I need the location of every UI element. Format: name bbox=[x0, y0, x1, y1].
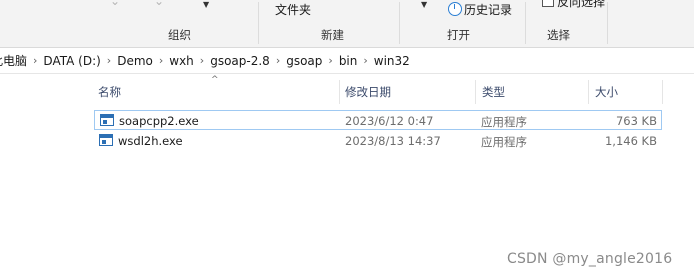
ribbon: ⌄ ⌄ ▼ 组织 文件夹 新建 ▼ 历史记录 打开 反向选择 选择 bbox=[0, 0, 694, 48]
invert-selection-button[interactable]: 反向选择 bbox=[557, 0, 605, 10]
breadcrumb-bin[interactable]: bin bbox=[334, 54, 363, 68]
breadcrumb-gsoap-2-8[interactable]: gsoap-2.8 bbox=[205, 54, 275, 68]
column-header-modified[interactable]: 修改日期 bbox=[345, 84, 391, 100]
history-icon bbox=[448, 2, 462, 16]
open-dropdown-icon[interactable]: ▼ bbox=[421, 0, 427, 9]
file-size: 1,146 KB bbox=[604, 134, 657, 148]
organize-group-label: 组织 bbox=[168, 28, 191, 42]
column-divider[interactable] bbox=[475, 80, 476, 104]
file-row[interactable]: soapcpp2.exe 2023/6/12 0:47 应用程序 763 KB bbox=[94, 110, 662, 130]
file-type: 应用程序 bbox=[481, 135, 527, 149]
column-header-size[interactable]: 大小 bbox=[595, 84, 618, 100]
address-bar[interactable]: 此电脑 › DATA (D:) › Demo › wxh › gsoap-2.8… bbox=[0, 48, 694, 74]
watermark: CSDN @my_angle2016 bbox=[507, 251, 673, 267]
file-name: wsdl2h.exe bbox=[118, 134, 183, 148]
sort-ascending-icon: ^ bbox=[211, 75, 219, 85]
copy-to-icon[interactable]: ⌄ bbox=[154, 0, 164, 8]
file-modified: 2023/8/13 14:37 bbox=[345, 134, 441, 148]
breadcrumb-data-drive[interactable]: DATA (D:) bbox=[38, 54, 105, 68]
file-size: 763 KB bbox=[615, 114, 657, 128]
organize-group: ⌄ ⌄ ▼ 组织 bbox=[92, 0, 244, 47]
new-group: 文件夹 新建 bbox=[259, 0, 394, 47]
breadcrumb-gsoap[interactable]: gsoap bbox=[281, 54, 327, 68]
invert-selection-icon bbox=[542, 0, 554, 7]
new-folder-button[interactable]: 文件夹 bbox=[275, 1, 311, 18]
application-icon bbox=[99, 134, 113, 146]
file-name: soapcpp2.exe bbox=[119, 114, 199, 128]
breadcrumb-wxh[interactable]: wxh bbox=[164, 54, 199, 68]
select-group: 反向选择 选择 bbox=[526, 0, 606, 47]
open-group: ▼ 历史记录 打开 bbox=[400, 0, 520, 47]
move-to-icon[interactable]: ⌄ bbox=[110, 0, 120, 8]
breadcrumb-demo[interactable]: Demo bbox=[112, 54, 158, 68]
history-button[interactable]: 历史记录 bbox=[464, 1, 512, 18]
column-header-type[interactable]: 类型 bbox=[482, 84, 505, 100]
select-group-label: 选择 bbox=[547, 28, 570, 42]
file-type: 应用程序 bbox=[481, 115, 527, 129]
new-group-label: 新建 bbox=[321, 28, 344, 42]
column-header-name[interactable]: 名称 bbox=[98, 84, 121, 100]
file-row[interactable]: wsdl2h.exe 2023/8/13 14:37 应用程序 1,146 KB bbox=[94, 131, 662, 151]
breadcrumb-this-pc[interactable]: 此电脑 bbox=[0, 52, 32, 69]
delete-dropdown-icon[interactable]: ▼ bbox=[203, 0, 209, 9]
file-modified: 2023/6/12 0:47 bbox=[345, 114, 434, 128]
column-divider[interactable] bbox=[588, 80, 589, 104]
breadcrumb-win32[interactable]: win32 bbox=[369, 54, 415, 68]
open-group-label: 打开 bbox=[447, 28, 470, 42]
breadcrumb: 此电脑 › DATA (D:) › Demo › wxh › gsoap-2.8… bbox=[0, 52, 415, 69]
file-list: ^ 名称 修改日期 类型 大小 soapcpp2.exe 2023/6/12 0… bbox=[0, 74, 694, 267]
ribbon-separator bbox=[607, 2, 608, 44]
application-icon bbox=[100, 114, 114, 126]
column-divider[interactable] bbox=[662, 80, 663, 104]
column-divider[interactable] bbox=[339, 80, 340, 104]
